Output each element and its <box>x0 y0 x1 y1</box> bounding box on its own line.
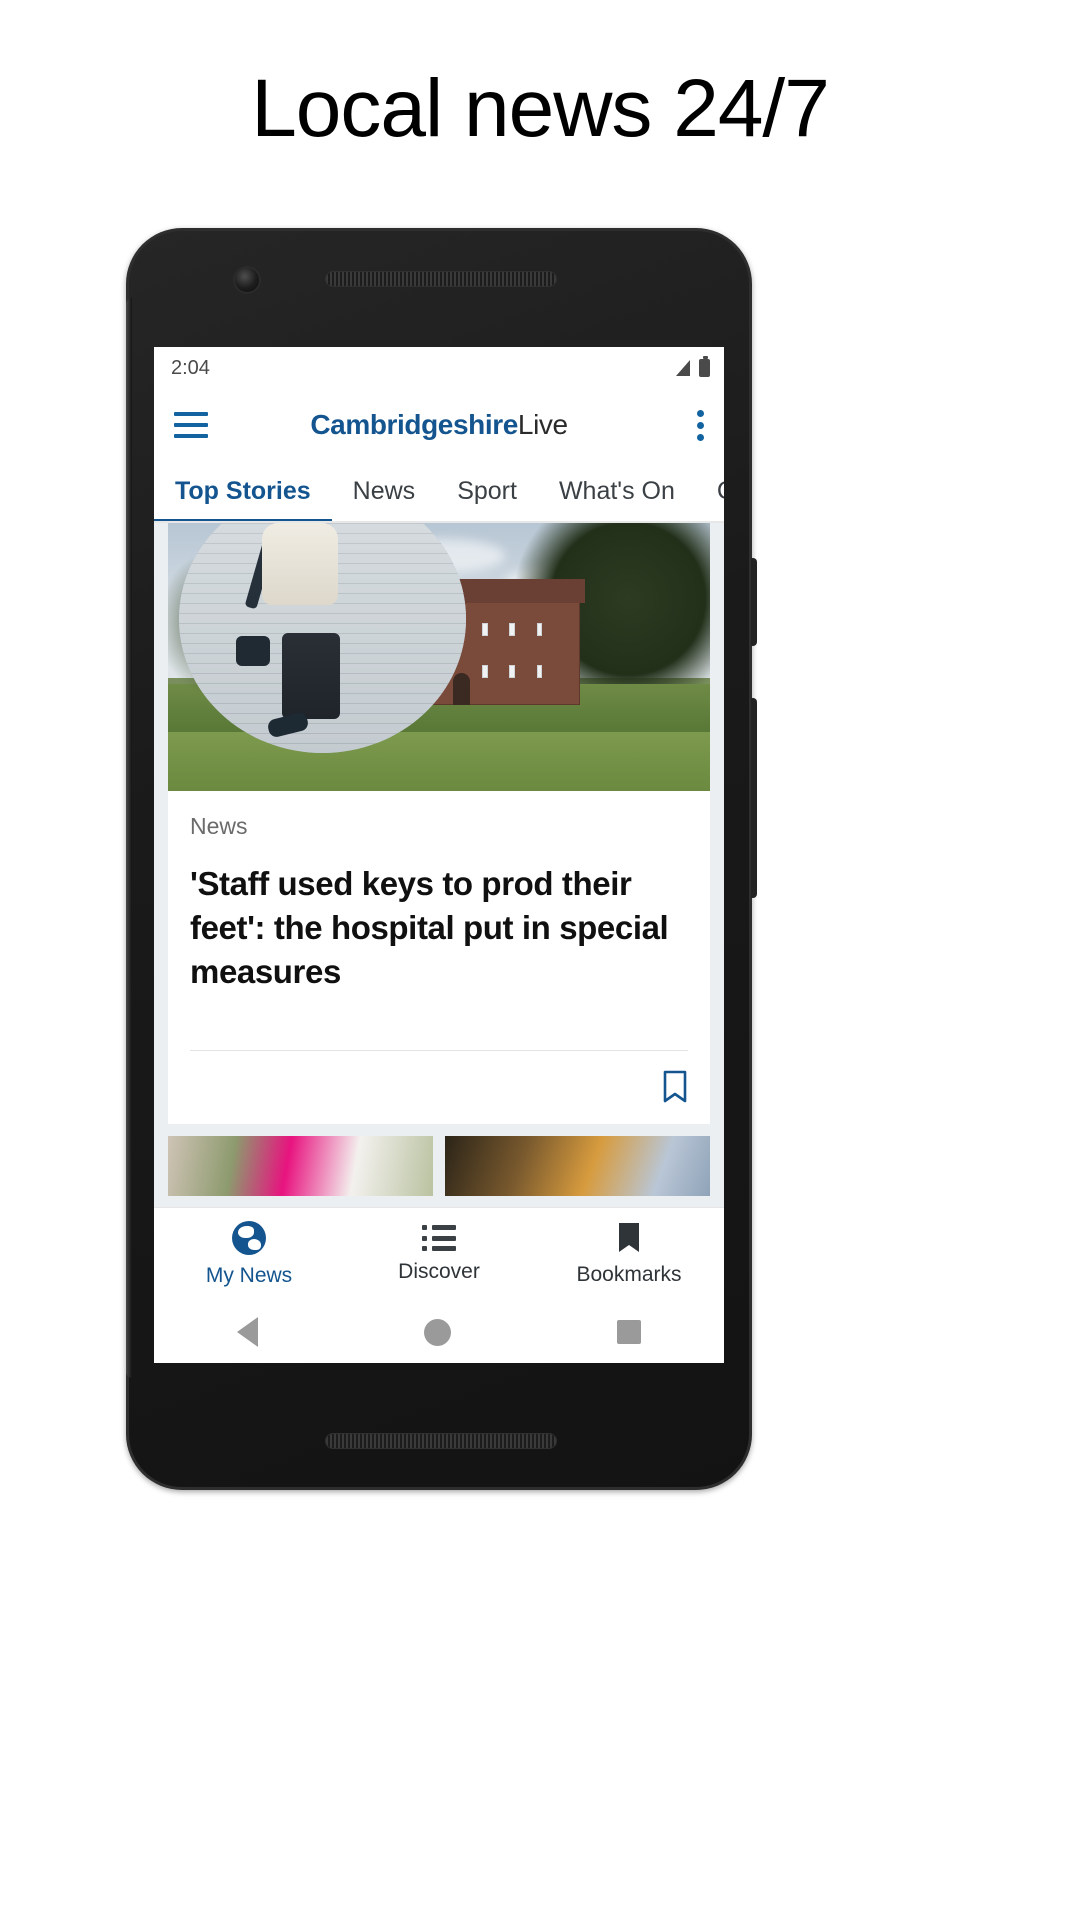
article-card-secondary-left[interactable] <box>168 1135 433 1196</box>
status-icons <box>676 356 710 377</box>
brand-primary-text: Cambridgeshire <box>310 409 518 440</box>
phone-device-frame: 2:04 CambridgeshireLive Top Stories News… <box>126 228 757 1490</box>
nav-label-bookmarks: Bookmarks <box>576 1263 682 1286</box>
article-card-secondary-right[interactable] <box>445 1135 710 1196</box>
signal-bars-icon <box>676 360 690 376</box>
tab-sport[interactable]: Sport <box>436 461 538 521</box>
tab-top-stories[interactable]: Top Stories <box>154 461 332 521</box>
promo-screenshot: Local news 24/7 2:04 CambridgeshireLive … <box>0 0 1080 1920</box>
triangle-back-icon[interactable] <box>237 1317 258 1347</box>
circle-home-icon[interactable] <box>424 1318 451 1346</box>
page-title: Local news 24/7 <box>251 63 830 154</box>
article-card-body: News 'Staff used keys to prod their feet… <box>168 791 710 1050</box>
front-camera-icon <box>235 268 259 292</box>
tab-whats-on[interactable]: What's On <box>538 461 696 521</box>
bottom-navigation-bar[interactable]: My News Discover Bookmarks <box>154 1207 724 1301</box>
hamburger-menu-icon[interactable] <box>174 412 208 438</box>
earpiece-speaker <box>326 272 556 286</box>
phone-volume-button <box>751 698 757 898</box>
brand-secondary-text: Live <box>517 409 568 440</box>
battery-full-icon <box>699 356 710 377</box>
list-icon <box>422 1225 456 1251</box>
nav-item-bookmarks[interactable]: Bookmarks <box>534 1222 724 1287</box>
nav-item-discover[interactable]: Discover <box>344 1225 534 1284</box>
bottom-speaker <box>326 1434 556 1448</box>
more-vertical-icon[interactable] <box>696 409 704 441</box>
status-time: 2:04 <box>171 356 210 379</box>
inset-circular-photo <box>178 523 467 754</box>
section-tab-bar[interactable]: Top Stories News Sport What's On Cambrid… <box>154 461 724 523</box>
article-card[interactable]: News 'Staff used keys to prod their feet… <box>168 523 710 1124</box>
square-recents-icon[interactable] <box>617 1320 641 1344</box>
tab-cambridge[interactable]: Cambridge <box>696 461 724 521</box>
android-system-nav[interactable] <box>154 1301 724 1363</box>
news-feed[interactable]: News 'Staff used keys to prod their feet… <box>154 523 724 1207</box>
globe-icon <box>232 1221 266 1255</box>
nav-item-my-news[interactable]: My News <box>154 1221 344 1288</box>
bookmark-outline-icon[interactable] <box>662 1070 688 1104</box>
article-hero-image <box>168 523 710 791</box>
phone-power-button <box>751 558 757 646</box>
tab-news[interactable]: News <box>332 461 437 521</box>
nav-label-discover: Discover <box>398 1260 480 1283</box>
article-category: News <box>190 813 248 839</box>
secondary-article-row[interactable] <box>168 1135 710 1196</box>
bookmark-filled-icon <box>616 1222 642 1254</box>
nav-label-my-news: My News <box>205 1264 293 1287</box>
phone-screen: 2:04 CambridgeshireLive Top Stories News… <box>154 347 724 1363</box>
app-bar: CambridgeshireLive <box>154 389 724 461</box>
phone-left-edge <box>126 298 132 1378</box>
status-bar: 2:04 <box>154 347 724 389</box>
article-headline[interactable]: 'Staff used keys to prod their feet': th… <box>190 862 688 1050</box>
app-brand-logo: CambridgeshireLive <box>154 409 724 441</box>
article-card-footer <box>190 1049 688 1124</box>
